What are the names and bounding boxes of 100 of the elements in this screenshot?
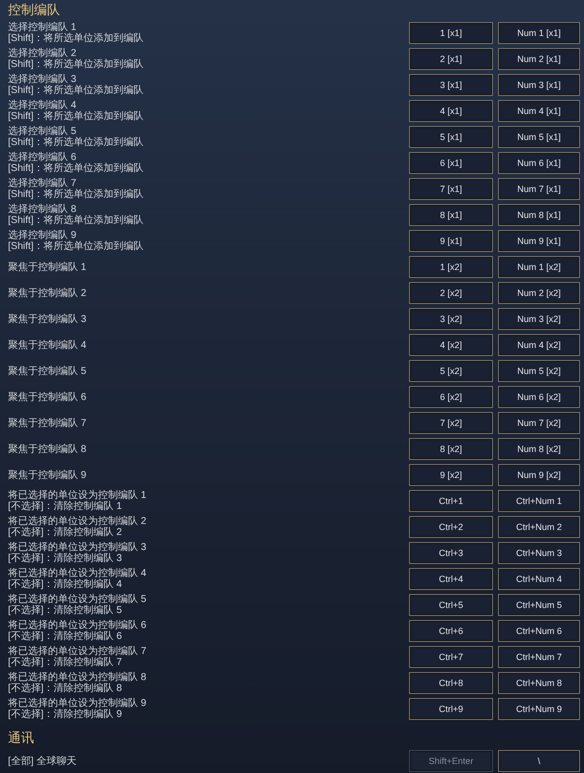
key-binding-button[interactable]: 5 [x1] bbox=[409, 126, 493, 148]
key-binding-button[interactable]: Num 2 [x2] bbox=[498, 282, 580, 304]
action-label: [不选择]：清除控制编队 4 bbox=[8, 579, 123, 590]
action-label: [不选择]：清除控制编队 9 bbox=[8, 709, 123, 720]
key-binding-button[interactable]: Ctrl+Num 3 bbox=[498, 542, 580, 564]
key-binding-button[interactable]: Ctrl+3 bbox=[409, 542, 493, 564]
action-label: 选择控制编队 8 bbox=[8, 204, 76, 215]
action-label: [Shift]：将所选单位添加到编队 bbox=[8, 241, 145, 252]
section-title: 通讯 bbox=[8, 729, 35, 747]
key-binding-button[interactable]: 2 [x1] bbox=[409, 48, 493, 70]
key-binding-button[interactable]: Ctrl+Num 9 bbox=[498, 698, 580, 720]
key-binding-button[interactable]: 4 [x2] bbox=[409, 334, 493, 356]
action-label: 将已选择的单位设为控制编队 9 bbox=[8, 698, 148, 709]
action-label: 将已选择的单位设为控制编队 3 bbox=[8, 542, 148, 553]
action-label: [Shift]：将所选单位添加到编队 bbox=[8, 111, 145, 122]
action-label: 将已选择的单位设为控制编队 4 bbox=[8, 568, 148, 579]
key-binding-button[interactable]: 1 [x2] bbox=[409, 256, 493, 278]
key-binding-button[interactable]: Num 1 [x1] bbox=[498, 22, 580, 44]
key-binding-button[interactable]: Ctrl+Num 6 bbox=[498, 620, 580, 642]
action-label: 聚焦于控制编队 3 bbox=[8, 314, 88, 324]
key-binding-button[interactable]: Ctrl+1 bbox=[409, 490, 493, 512]
key-binding-button[interactable]: 9 [x1] bbox=[409, 230, 493, 252]
section-title: 控制编队 bbox=[8, 1, 61, 19]
key-binding-button[interactable]: Ctrl+4 bbox=[409, 568, 493, 590]
action-label: 将已选择的单位设为控制编队 2 bbox=[8, 516, 148, 527]
action-label: [Shift]：将所选单位添加到编队 bbox=[8, 137, 145, 148]
action-label: 聚焦于控制编队 7 bbox=[8, 418, 88, 428]
action-label: 选择控制编队 9 bbox=[8, 230, 76, 241]
action-label: 聚焦于控制编队 4 bbox=[8, 340, 88, 350]
key-binding-button[interactable]: Num 3 [x1] bbox=[498, 74, 580, 96]
action-label: [不选择]：清除控制编队 3 bbox=[8, 553, 123, 564]
key-binding-button[interactable]: Num 9 [x1] bbox=[498, 230, 580, 252]
key-binding-button[interactable]: Ctrl+2 bbox=[409, 516, 493, 538]
action-label: [不选择]：清除控制编队 2 bbox=[8, 527, 123, 538]
key-binding-button[interactable]: Num 8 [x1] bbox=[498, 204, 580, 226]
key-binding-button[interactable]: Num 4 [x2] bbox=[498, 334, 580, 356]
action-label: 将已选择的单位设为控制编队 5 bbox=[8, 594, 148, 605]
key-binding-button[interactable]: Num 6 [x2] bbox=[498, 386, 580, 408]
action-label: 将已选择的单位设为控制编队 8 bbox=[8, 672, 148, 683]
action-label: 聚焦于控制编队 2 bbox=[8, 288, 88, 298]
action-label: [Shift]：将所选单位添加到编队 bbox=[8, 215, 145, 226]
action-label: 选择控制编队 2 bbox=[8, 48, 76, 59]
action-label: 将已选择的单位设为控制编队 6 bbox=[8, 620, 148, 631]
key-binding-button[interactable]: Num 3 [x2] bbox=[498, 308, 580, 330]
action-label: 选择控制编队 4 bbox=[8, 100, 76, 111]
action-label: 聚焦于控制编队 8 bbox=[8, 444, 88, 454]
key-binding-button[interactable]: Ctrl+Num 8 bbox=[498, 672, 580, 694]
key-binding-button[interactable]: Num 6 [x1] bbox=[498, 152, 580, 174]
action-label: [Shift]：将所选单位添加到编队 bbox=[8, 163, 145, 174]
key-binding-button[interactable]: 7 [x2] bbox=[409, 412, 493, 434]
key-binding-button[interactable]: Ctrl+8 bbox=[409, 672, 493, 694]
key-binding-button[interactable]: Num 2 [x1] bbox=[498, 48, 580, 70]
key-binding-button[interactable]: 3 [x2] bbox=[409, 308, 493, 330]
action-label: 选择控制编队 6 bbox=[8, 152, 76, 163]
action-label: 选择控制编队 3 bbox=[8, 74, 76, 85]
key-binding-button[interactable]: Num 9 [x2] bbox=[498, 464, 580, 486]
key-binding-button[interactable]: Ctrl+Num 7 bbox=[498, 646, 580, 668]
key-binding-button[interactable]: 6 [x2] bbox=[409, 386, 493, 408]
action-label: 选择控制编队 1 bbox=[8, 22, 76, 33]
key-binding-button[interactable]: Ctrl+9 bbox=[409, 698, 493, 720]
action-label: 将已选择的单位设为控制编队 7 bbox=[8, 646, 148, 657]
action-label: [不选择]：清除控制编队 1 bbox=[8, 501, 123, 512]
action-label: [Shift]：将所选单位添加到编队 bbox=[8, 85, 145, 96]
action-label: 聚焦于控制编队 6 bbox=[8, 392, 88, 402]
action-label: [Shift]：将所选单位添加到编队 bbox=[8, 33, 145, 44]
key-binding-button[interactable]: Num 8 [x2] bbox=[498, 438, 580, 460]
key-binding-button[interactable]: Num 5 [x2] bbox=[498, 360, 580, 382]
key-binding-button[interactable]: 9 [x2] bbox=[409, 464, 493, 486]
key-binding-button[interactable]: Num 4 [x1] bbox=[498, 100, 580, 122]
action-label: [Shift]：将所选单位添加到编队 bbox=[8, 189, 145, 200]
action-label: [不选择]：清除控制编队 7 bbox=[8, 657, 123, 668]
key-binding-button[interactable]: 5 [x2] bbox=[409, 360, 493, 382]
action-label: 聚焦于控制编队 9 bbox=[8, 470, 88, 480]
key-binding-button[interactable]: 7 [x1] bbox=[409, 178, 493, 200]
key-binding-button[interactable]: Ctrl+6 bbox=[409, 620, 493, 642]
key-binding-button[interactable]: Num 7 [x1] bbox=[498, 178, 580, 200]
key-binding-button[interactable]: 1 [x1] bbox=[409, 22, 493, 44]
action-label: 选择控制编队 5 bbox=[8, 126, 76, 137]
action-label: [不选择]：清除控制编队 5 bbox=[8, 605, 123, 616]
key-binding-button[interactable]: 6 [x1] bbox=[409, 152, 493, 174]
key-binding-button[interactable]: 4 [x1] bbox=[409, 100, 493, 122]
action-label: 选择控制编队 7 bbox=[8, 178, 76, 189]
action-label: [不选择]：清除控制编队 8 bbox=[8, 683, 123, 694]
key-binding-button[interactable]: 3 [x1] bbox=[409, 74, 493, 96]
action-label: [Shift]：将所选单位添加到编队 bbox=[8, 59, 145, 70]
key-binding-button[interactable]: \ bbox=[498, 750, 580, 772]
key-binding-button[interactable]: Num 5 [x1] bbox=[498, 126, 580, 148]
key-binding-button[interactable]: Ctrl+7 bbox=[409, 646, 493, 668]
action-label: [不选择]：清除控制编队 6 bbox=[8, 631, 123, 642]
action-label: [全部] 全球聊天 bbox=[8, 756, 78, 766]
key-binding-button[interactable]: Num 1 [x2] bbox=[498, 256, 580, 278]
key-binding-button[interactable]: Ctrl+Num 4 bbox=[498, 568, 580, 590]
key-binding-button[interactable]: 2 [x2] bbox=[409, 282, 493, 304]
key-binding-button[interactable]: Ctrl+Num 1 bbox=[498, 490, 580, 512]
key-binding-button[interactable]: Ctrl+Num 2 bbox=[498, 516, 580, 538]
key-binding-button[interactable]: Ctrl+Num 5 bbox=[498, 594, 580, 616]
key-binding-button[interactable]: 8 [x2] bbox=[409, 438, 493, 460]
key-binding-button[interactable]: Ctrl+5 bbox=[409, 594, 493, 616]
key-binding-button[interactable]: 8 [x1] bbox=[409, 204, 493, 226]
key-binding-button[interactable]: Num 7 [x2] bbox=[498, 412, 580, 434]
